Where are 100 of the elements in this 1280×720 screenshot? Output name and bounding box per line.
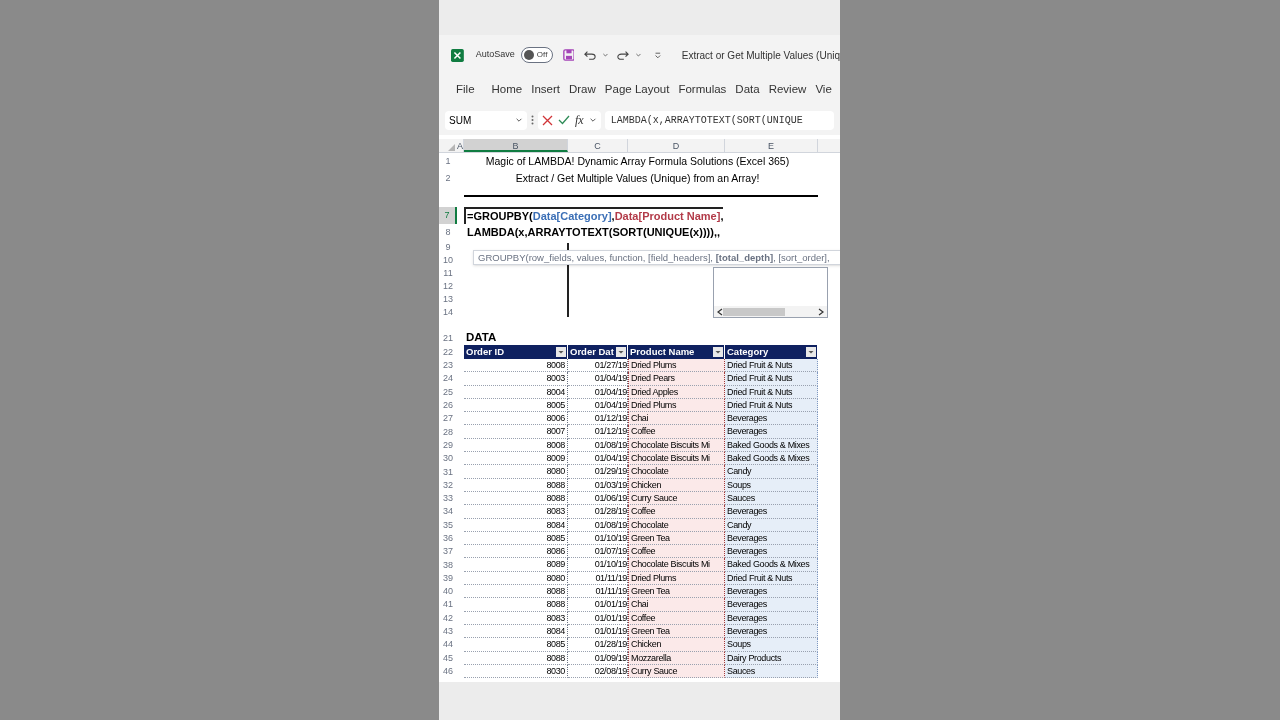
- row-number[interactable]: 10: [439, 254, 457, 267]
- chevron-icon: [515, 116, 523, 124]
- row-number[interactable]: 22: [439, 345, 457, 359]
- row-number[interactable]: 9: [439, 241, 457, 254]
- ribbon-tab[interactable]: Data: [735, 81, 760, 99]
- customize-toolbar-icon[interactable]: [654, 50, 662, 60]
- row-number[interactable]: 1: [439, 153, 457, 170]
- table-cell: Coffee: [628, 505, 725, 519]
- row-number[interactable]: 13: [439, 293, 457, 306]
- row-number[interactable]: 14: [439, 306, 457, 319]
- column-header[interactable]: B: [464, 139, 568, 152]
- row-number[interactable]: 23: [439, 359, 457, 373]
- table-cell: 8030: [464, 664, 568, 679]
- row-number[interactable]: 35: [439, 518, 457, 532]
- row-number[interactable]: 11: [439, 267, 457, 280]
- ribbon-tab[interactable]: Home: [491, 81, 523, 99]
- table-cell: Chocolate Biscuits Mi: [628, 558, 725, 572]
- check-icon[interactable]: [558, 115, 570, 125]
- row-number[interactable]: 42: [439, 611, 457, 625]
- row-number[interactable]: 46: [439, 664, 457, 679]
- row-number[interactable]: 27: [439, 412, 457, 426]
- table-cell: 8088: [464, 585, 568, 599]
- row-number[interactable]: 36: [439, 531, 457, 546]
- row-number[interactable]: 34: [439, 505, 457, 519]
- table-cell: Beverages: [725, 545, 818, 559]
- ribbon-tab[interactable]: Formulas: [678, 81, 727, 99]
- table-cell: 8084: [464, 624, 568, 639]
- table-cell: Beverages: [725, 412, 818, 426]
- caret-icon: [602, 51, 610, 59]
- undo-icon[interactable]: [584, 49, 597, 61]
- row-number[interactable]: 12: [439, 280, 457, 293]
- row-number[interactable]: 21: [439, 331, 457, 345]
- row-number[interactable]: 45: [439, 651, 457, 665]
- cancel-icon[interactable]: [542, 114, 553, 126]
- row-number[interactable]: 24: [439, 372, 457, 386]
- row-number[interactable]: 39: [439, 571, 457, 586]
- table-cell: Chicken: [628, 638, 725, 652]
- table-cell: 8003: [464, 372, 568, 386]
- ribbon-tab[interactable]: Draw: [569, 81, 596, 99]
- row-number[interactable]: 2: [439, 170, 457, 187]
- row-number[interactable]: 43: [439, 624, 457, 639]
- table-cell: Dried Fruit & Nuts: [725, 372, 818, 386]
- table-cell: Soups: [725, 638, 818, 652]
- table-cell: 8080: [464, 571, 568, 586]
- row-number[interactable]: 7: [439, 207, 457, 224]
- caret-icon: [635, 51, 643, 59]
- row-number[interactable]: 40: [439, 585, 457, 599]
- table-cell: Beverages: [725, 505, 818, 519]
- column-header[interactable]: D: [628, 139, 725, 152]
- row-number[interactable]: 26: [439, 398, 457, 413]
- ribbon-tab[interactable]: Vie: [815, 81, 832, 99]
- row-number[interactable]: 38: [439, 558, 457, 572]
- row-number[interactable]: 33: [439, 491, 457, 506]
- formula-cell-text[interactable]: LAMBDA(x,ARRAYTOTEXT(SORT(UNIQUE(x)))),,: [464, 224, 720, 241]
- ribbon-tab[interactable]: Insert: [531, 81, 560, 99]
- row-number[interactable]: 41: [439, 598, 457, 612]
- row-number[interactable]: 29: [439, 438, 457, 453]
- table-cell: 8008: [464, 359, 568, 373]
- row-number[interactable]: 32: [439, 478, 457, 492]
- scroll-thumb[interactable]: [723, 307, 785, 316]
- function-tooltip: GROUPBY(row_fields, values, function, [field_headers], [total_depth], [sort_order],: [473, 250, 840, 265]
- row-number[interactable]: 25: [439, 385, 457, 399]
- row-number[interactable]: 30: [439, 452, 457, 466]
- table-cell: Coffee: [628, 425, 725, 439]
- redo-icon[interactable]: [617, 49, 630, 61]
- save-icon[interactable]: [562, 48, 575, 62]
- row-number[interactable]: 44: [439, 638, 457, 652]
- table-cell: Beverages: [725, 425, 818, 439]
- table-cell: 8009: [464, 452, 568, 466]
- autosave-toggle[interactable]: Off: [520, 47, 553, 63]
- ribbon-tab[interactable]: Page Layout: [604, 81, 670, 99]
- table-cell: Beverages: [725, 585, 818, 599]
- formula-input[interactable]: LAMBDA(x,ARRAYTOTEXT(SORT(UNIQUE: [604, 110, 834, 130]
- row-number[interactable]: 8: [439, 224, 457, 241]
- chevron-icon: [588, 116, 597, 124]
- name-box[interactable]: SUM: [445, 110, 527, 130]
- row-number[interactable]: 37: [439, 545, 457, 559]
- ribbon-tab[interactable]: File: [456, 81, 475, 99]
- table-cell: Baked Goods & Mixes: [725, 452, 818, 466]
- table-header-cell: Order ID: [464, 345, 568, 359]
- ribbon-tab[interactable]: Review: [768, 81, 807, 99]
- scroll-left-icon[interactable]: [717, 307, 723, 316]
- insert-function-button[interactable]: fx: [575, 111, 584, 129]
- table-cell: 8089: [464, 558, 568, 572]
- table-cell: 8088: [464, 598, 568, 612]
- filter-dropdown-icon[interactable]: [806, 347, 816, 357]
- scroll-right-icon[interactable]: [818, 307, 824, 316]
- filter-dropdown-icon[interactable]: [616, 347, 626, 357]
- table-cell: 8004: [464, 385, 568, 399]
- column-header[interactable]: E: [725, 139, 818, 152]
- formula-cell-text[interactable]: =GROUPBY(Data[Category],Data[Product Name],: [464, 207, 724, 224]
- filter-dropdown-icon[interactable]: [713, 347, 723, 357]
- table-header-cell: Product Name: [628, 345, 725, 359]
- row-number[interactable]: 28: [439, 425, 457, 439]
- row-number[interactable]: 31: [439, 465, 457, 479]
- table-cell: Dried Plums: [628, 359, 725, 373]
- table-cell: 8085: [464, 531, 568, 546]
- more-icon[interactable]: [531, 115, 534, 125]
- column-header[interactable]: C: [568, 139, 628, 152]
- filter-dropdown-icon[interactable]: [556, 347, 566, 357]
